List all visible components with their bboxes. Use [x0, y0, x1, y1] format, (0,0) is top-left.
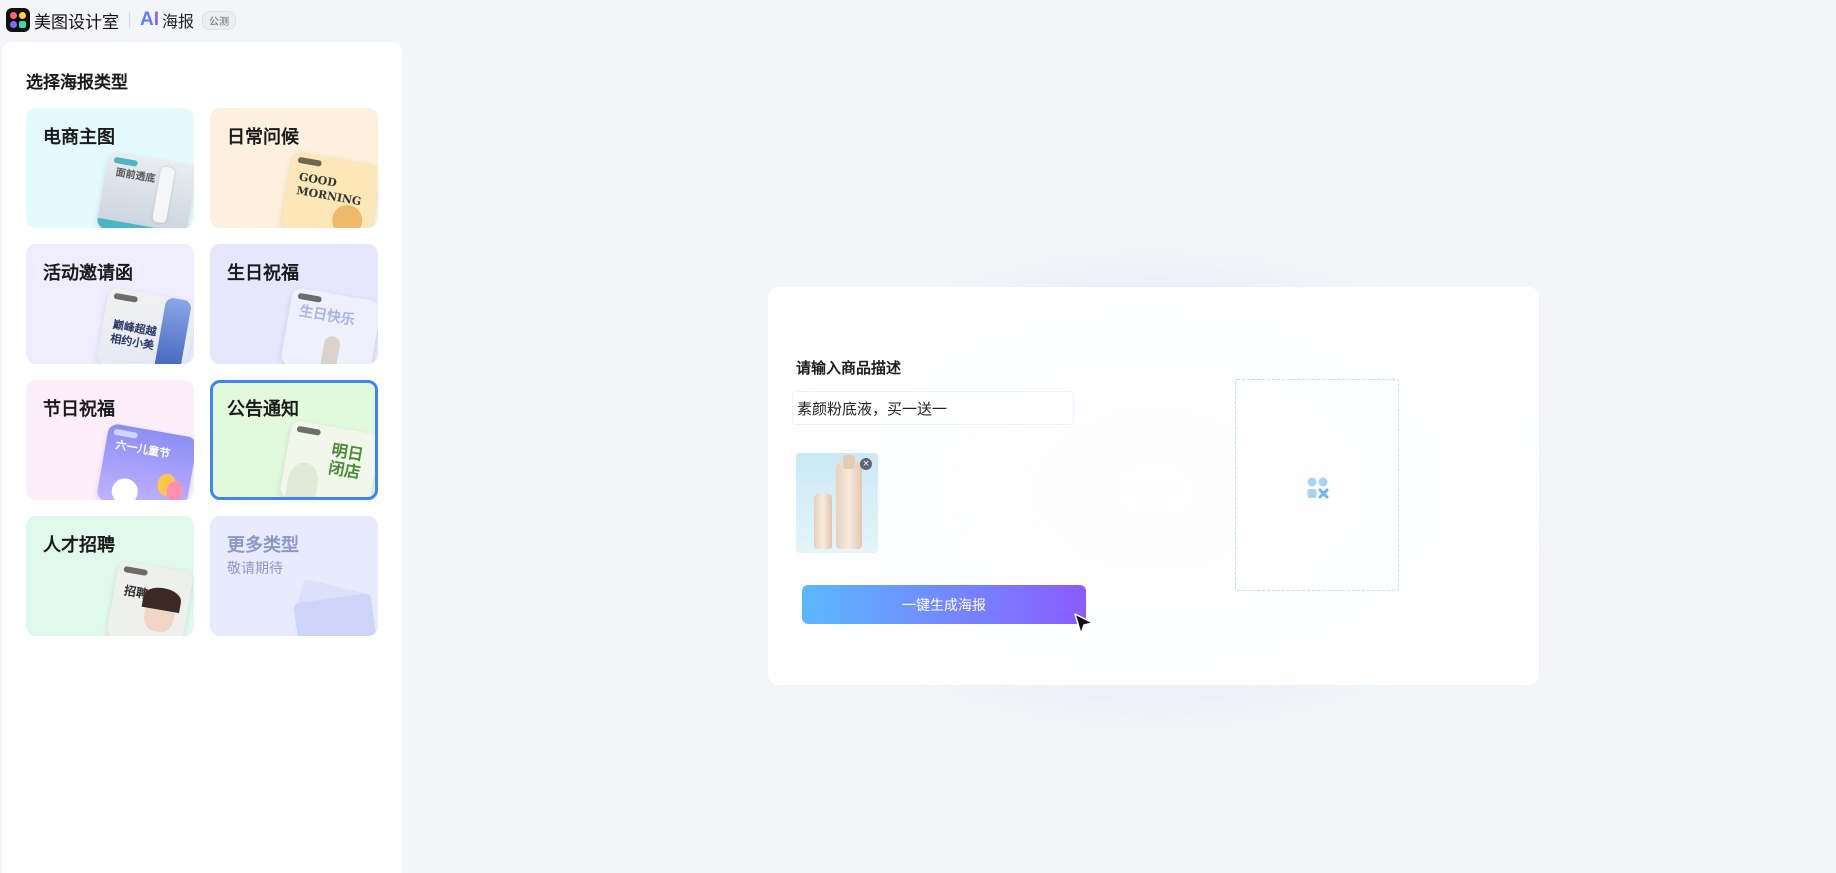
mouse-cursor-icon — [1074, 613, 1094, 635]
card-title: 更多类型 — [227, 535, 299, 556]
remove-image-icon[interactable]: × — [860, 458, 872, 470]
card-thumbnail: 巅峰超越 相约小美 — [95, 286, 194, 364]
card-subtitle: 敬请期待 — [227, 561, 283, 577]
poster-type-card-more[interactable]: 更多类型 敬请期待 — [210, 516, 378, 636]
thumbnail-text: 面前透底 — [114, 167, 157, 186]
poster-type-card-daily-greeting[interactable]: 日常问候 GOOD MORNING — [210, 108, 378, 228]
card-thumbnail: 六一儿童节 — [95, 422, 194, 500]
card-title: 活动邀请函 — [43, 263, 133, 284]
sidebar: 选择海报类型 电商主图 面前透底 日常问候 GOOD MORNING 活动邀请函… — [2, 42, 402, 873]
header-divider — [129, 12, 130, 28]
poster-type-card-holiday[interactable]: 节日祝福 六一儿童节 — [26, 380, 194, 500]
product-description-label: 请输入商品描述 — [796, 359, 902, 377]
poster-type-card-announcement[interactable]: 公告通知 明日闭店 — [210, 380, 378, 500]
sidebar-title: 选择海报类型 — [26, 73, 128, 93]
thumbnail-text: 六一儿童节 — [114, 438, 172, 461]
card-thumbnail: 面前透底 — [95, 150, 194, 228]
ai-poster-label: 海报 — [162, 12, 195, 31]
thumbnail-text: GOOD MORNING — [295, 170, 363, 209]
bottle-large — [836, 461, 862, 549]
card-title: 生日祝福 — [227, 263, 299, 284]
card-thumbnail: 生日快乐 — [279, 286, 378, 364]
card-title: 人才招聘 — [43, 535, 115, 556]
product-description-input[interactable] — [792, 391, 1074, 425]
poster-type-card-birthday[interactable]: 生日祝福 生日快乐 — [210, 244, 378, 364]
top-bar: 美图设计室 AI 海报 公测 — [0, 0, 1836, 40]
thumbnail-text: 巅峰超越 相约小美 — [109, 318, 158, 353]
card-thumbnail: 明日闭店 — [278, 419, 375, 497]
poster-type-card-event-invitation[interactable]: 活动邀请函 巅峰超越 相约小美 — [26, 244, 194, 364]
brand-logo-icon[interactable] — [6, 8, 30, 32]
card-title: 日常问候 — [227, 127, 299, 148]
card-thumbnail: GOOD MORNING — [279, 150, 378, 228]
bottle-cap — [843, 455, 855, 469]
brand-name[interactable]: 美图设计室 — [34, 8, 119, 33]
thumbnail-text: 生日快乐 — [297, 303, 356, 329]
bottle-small — [814, 493, 832, 549]
poster-type-card-recruitment[interactable]: 人才招聘 招聘 — [26, 516, 194, 636]
card-title: 公告通知 — [227, 399, 299, 420]
card-title: 节日祝福 — [43, 399, 115, 420]
thumbnail-text: 明日闭店 — [327, 440, 366, 483]
poster-type-card-ecommerce[interactable]: 电商主图 面前透底 — [26, 108, 194, 228]
card-title: 电商主图 — [43, 127, 115, 148]
ai-mark: AI — [140, 9, 159, 30]
poster-preview-box — [1235, 379, 1399, 591]
card-thumbnail: 招聘 — [105, 559, 194, 636]
generator-panel: 请输入商品描述 × 一键生成海报 — [768, 287, 1539, 685]
beta-badge: 公测 — [202, 10, 237, 30]
generate-poster-button[interactable]: 一键生成海报 — [802, 585, 1086, 624]
design-placeholder-icon — [1307, 477, 1329, 499]
